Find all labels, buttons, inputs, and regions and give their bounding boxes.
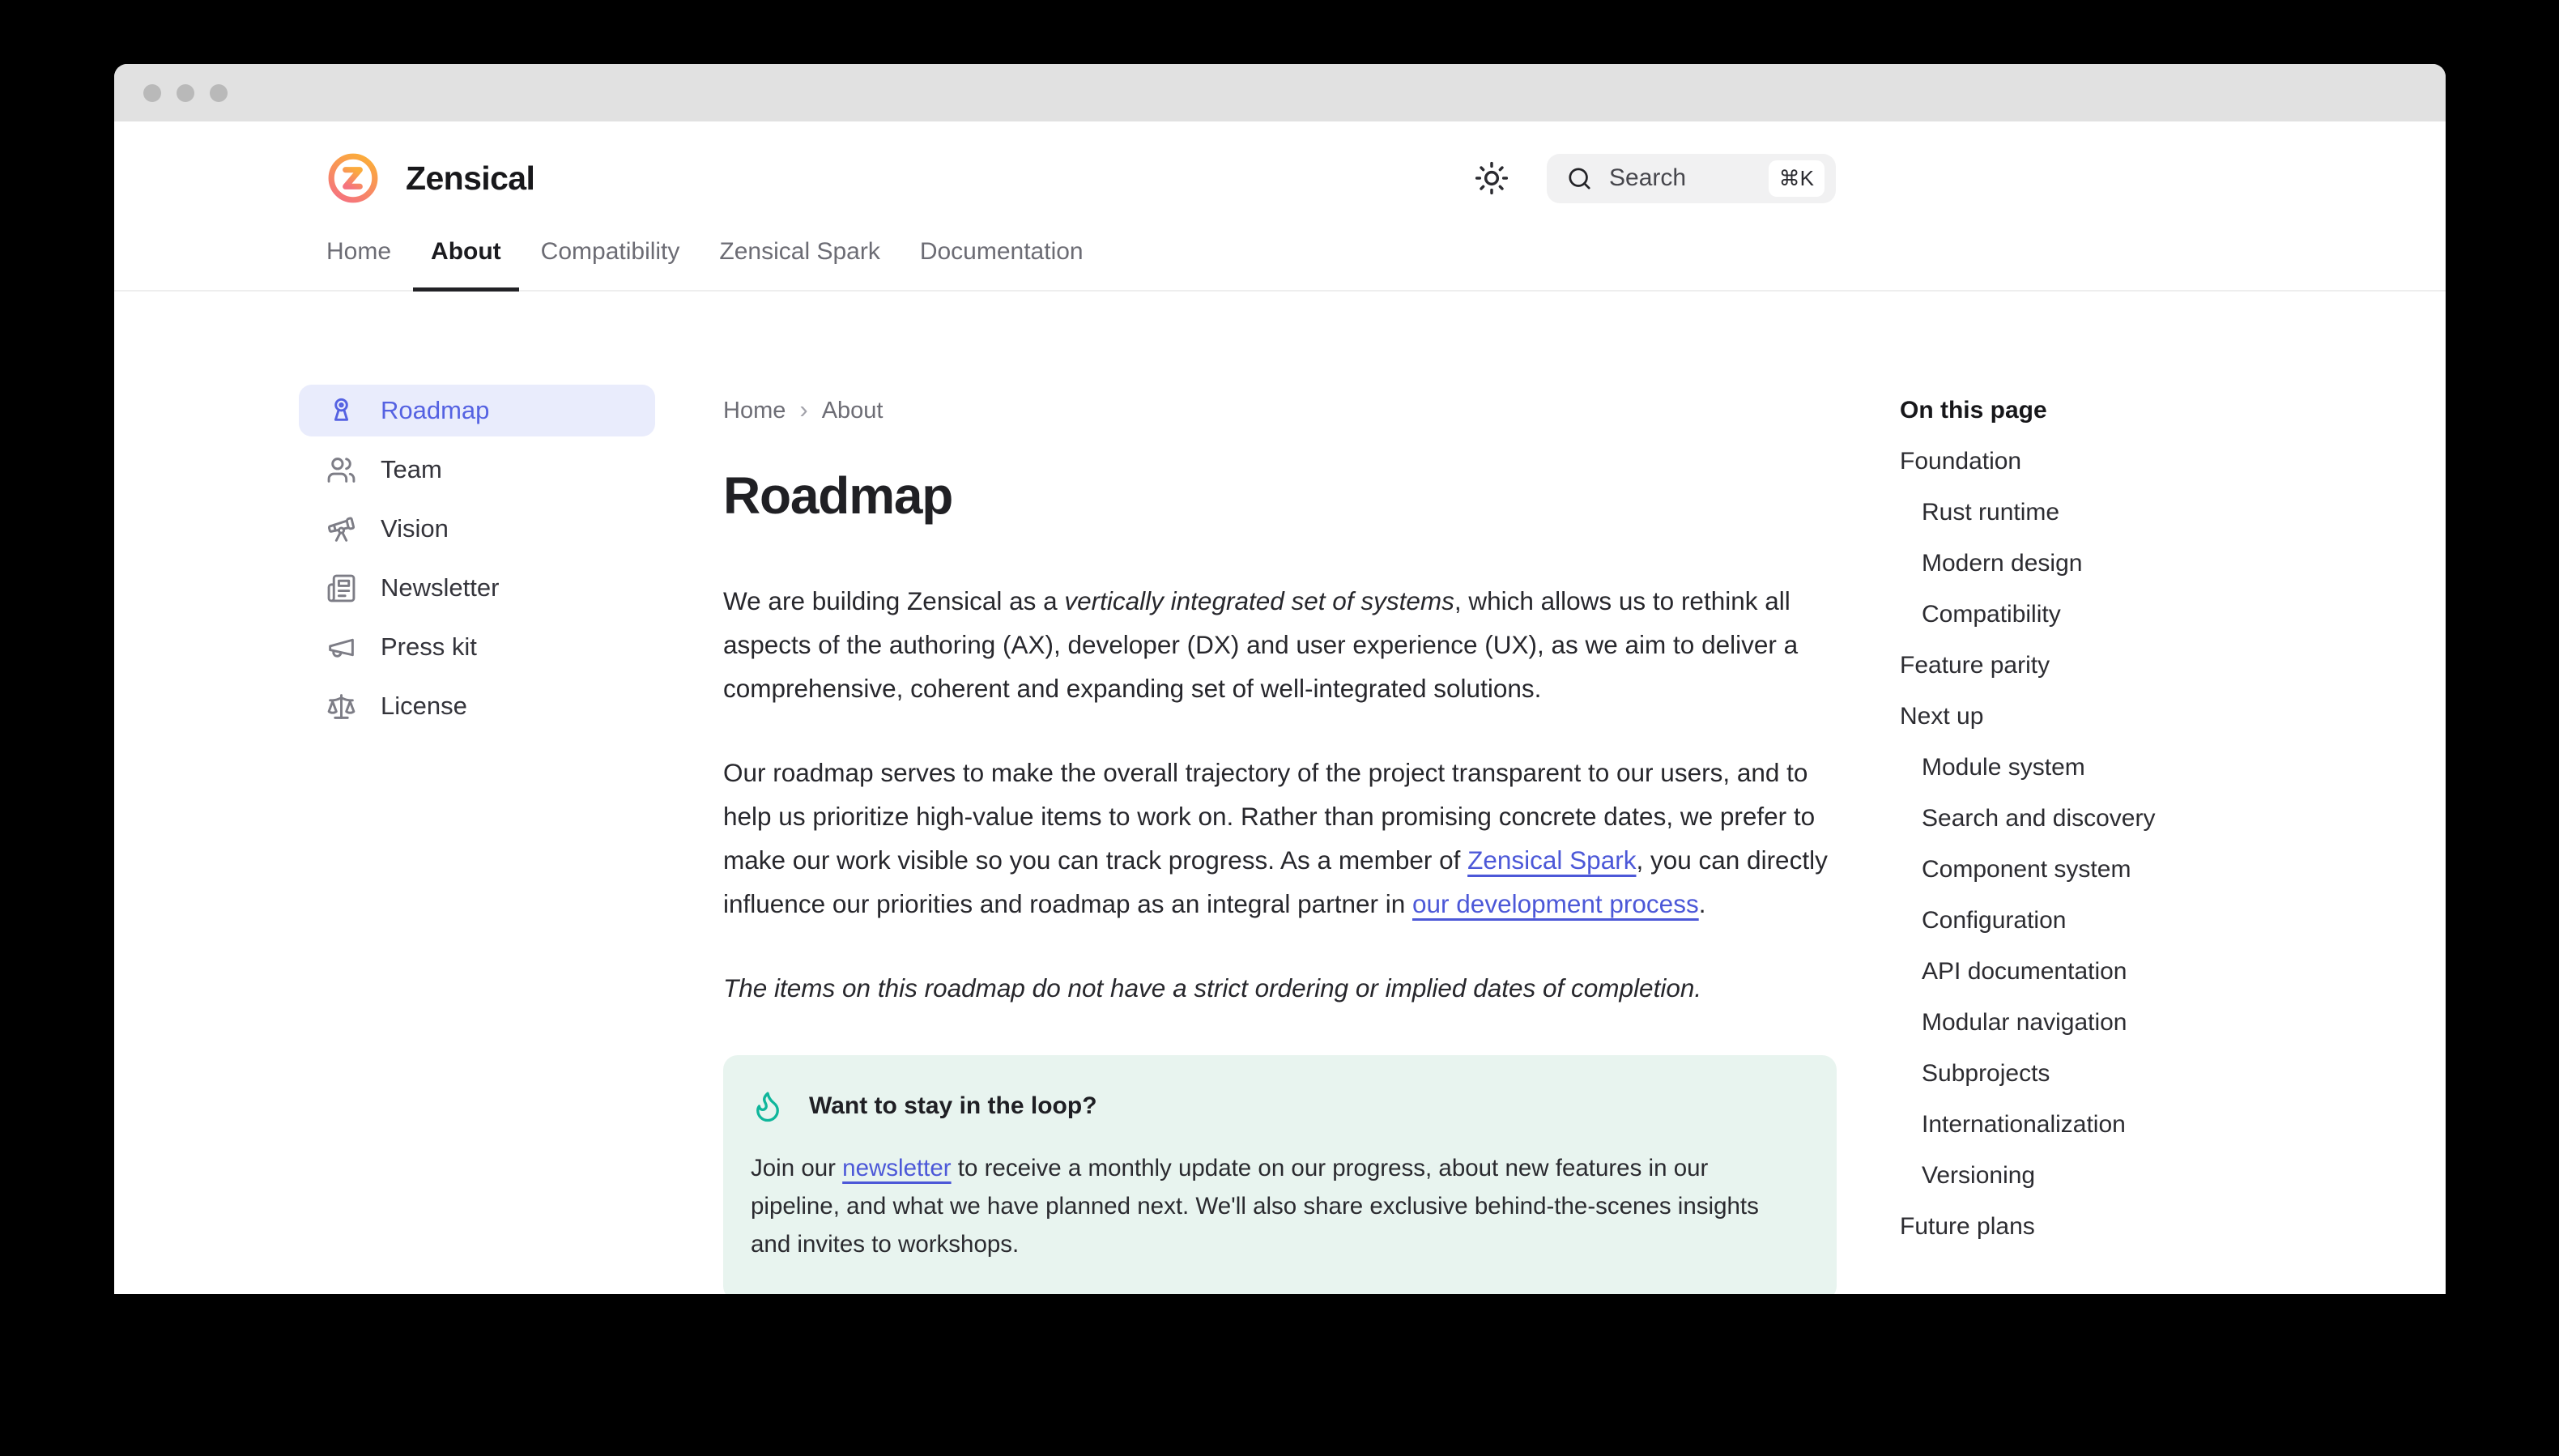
nav-tab-compatibility[interactable]: Compatibility (541, 238, 680, 290)
sidebar-item-label: Vision (381, 514, 449, 543)
callout-body: Join our newsletter to receive a monthly… (751, 1149, 1801, 1263)
toc-item[interactable]: Module system (1900, 754, 2386, 781)
toc-item[interactable]: Subprojects (1900, 1060, 2386, 1088)
window-titlebar[interactable] (114, 64, 2446, 121)
section-sidebar: Roadmap Team Vision Newsletter Press kit… (299, 385, 655, 732)
toc-item[interactable]: Next up (1900, 703, 2386, 730)
search-shortcut-badge: ⌘K (1769, 160, 1825, 197)
flame-icon (751, 1089, 785, 1123)
zensical-logo-icon (326, 151, 380, 205)
page-content: Roadmap Team Vision Newsletter Press kit… (114, 292, 2446, 1294)
sidebar-item-team[interactable]: Team (299, 444, 655, 496)
toc-item[interactable]: Modern design (1900, 550, 2386, 577)
window-close-button[interactable] (143, 84, 161, 102)
nav-tab-zensical-spark[interactable]: Zensical Spark (719, 238, 879, 290)
search-icon (1566, 165, 1593, 192)
emphasis-text: vertically integrated set of systems (1064, 586, 1454, 615)
toc-item[interactable]: Foundation (1900, 448, 2386, 475)
sidebar-item-vision[interactable]: Vision (299, 503, 655, 555)
window-minimize-button[interactable] (177, 84, 194, 102)
nav-tab-documentation[interactable]: Documentation (920, 238, 1084, 290)
zensical-spark-link[interactable]: Zensical Spark (1467, 845, 1636, 875)
sidebar-item-label: Roadmap (381, 396, 489, 425)
callout-title: Want to stay in the loop? (809, 1092, 1097, 1120)
theme-toggle-button[interactable] (1474, 160, 1509, 196)
sidebar-item-roadmap[interactable]: Roadmap (299, 385, 655, 436)
toc-item[interactable]: Compatibility (1900, 601, 2386, 628)
toc-list: Foundation Rust runtime Modern design Co… (1900, 448, 2386, 1241)
map-pin-icon (326, 396, 356, 426)
newsletter-callout: Want to stay in the loop? Join our newsl… (723, 1055, 1837, 1294)
breadcrumb-home[interactable]: Home (723, 398, 786, 424)
sidebar-item-label: Team (381, 455, 442, 484)
scale-icon (326, 692, 356, 722)
page-title: Roadmap (723, 466, 1837, 526)
search-placeholder: Search (1609, 164, 1686, 192)
toc-item[interactable]: Search and discovery (1900, 805, 2386, 832)
newspaper-icon (326, 573, 356, 603)
article: Home › About Roadmap We are building Zen… (723, 397, 1837, 1294)
sidebar-item-label: Newsletter (381, 573, 499, 602)
roadmap-note: The items on this roadmap do not have a … (723, 966, 1837, 1010)
main-nav: Home About Compatibility Zensical Spark … (326, 238, 2446, 290)
brand-name: Zensical (406, 160, 534, 198)
toc-item[interactable]: API documentation (1900, 958, 2386, 986)
sidebar-item-label: Press kit (381, 632, 477, 662)
toc-item[interactable]: Modular navigation (1900, 1009, 2386, 1037)
paragraph-1: We are building Zensical as a vertically… (723, 579, 1837, 710)
paragraph-2: Our roadmap serves to make the overall t… (723, 751, 1837, 926)
development-process-link[interactable]: our development process (1412, 889, 1699, 918)
chevron-right-icon: › (799, 397, 807, 425)
newsletter-link[interactable]: newsletter (842, 1155, 951, 1181)
text-run: . (1699, 889, 1706, 918)
site-header: Zensical Search ⌘K Home About Compatibil… (114, 121, 2446, 292)
sidebar-item-label: License (381, 692, 467, 721)
sidebar-item-newsletter[interactable]: Newsletter (299, 562, 655, 614)
window-zoom-button[interactable] (210, 84, 228, 102)
on-this-page: On this page Foundation Rust runtime Mod… (1900, 397, 2386, 1241)
toc-item[interactable]: Component system (1900, 856, 2386, 883)
toc-title: On this page (1900, 397, 2386, 424)
sidebar-item-license[interactable]: License (299, 680, 655, 732)
toc-item[interactable]: Future plans (1900, 1213, 2386, 1241)
toc-item[interactable]: Internationalization (1900, 1111, 2386, 1139)
users-icon (326, 455, 356, 485)
nav-tab-home[interactable]: Home (326, 238, 391, 290)
toc-item[interactable]: Feature parity (1900, 652, 2386, 679)
text-run: We are building Zensical as a (723, 586, 1064, 615)
toc-item[interactable]: Configuration (1900, 907, 2386, 934)
browser-window: Zensical Search ⌘K Home About Compatibil… (114, 64, 2446, 1294)
nav-tab-about[interactable]: About (431, 238, 501, 290)
toc-item[interactable]: Rust runtime (1900, 499, 2386, 526)
megaphone-icon (326, 632, 356, 662)
breadcrumb: Home › About (723, 397, 1837, 425)
telescope-icon (326, 514, 356, 544)
toc-item[interactable]: Versioning (1900, 1162, 2386, 1190)
sidebar-item-press-kit[interactable]: Press kit (299, 621, 655, 673)
breadcrumb-about[interactable]: About (822, 398, 884, 424)
text-run: Join our (751, 1155, 842, 1181)
search-input[interactable]: Search ⌘K (1547, 154, 1836, 203)
sun-icon (1474, 160, 1509, 196)
brand[interactable]: Zensical (326, 151, 534, 205)
